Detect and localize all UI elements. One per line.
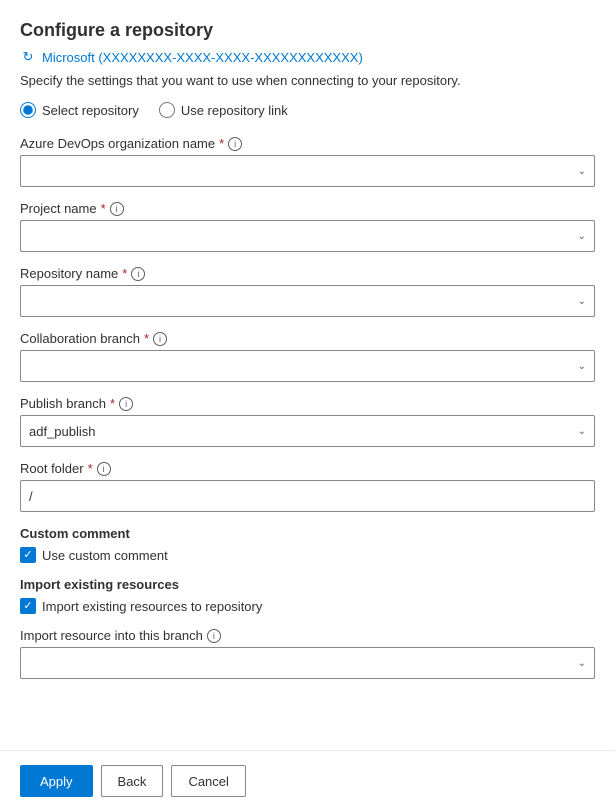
publish-value: adf_publish (29, 424, 574, 439)
publish-field-group: Publish branch * i adf_publish ⌄ (20, 396, 595, 447)
repository-label: Repository name * i (20, 266, 595, 281)
import-branch-label: Import resource into this branch i (20, 628, 595, 643)
back-button[interactable]: Back (101, 765, 164, 797)
root-label: Root folder * i (20, 461, 595, 476)
root-info-icon[interactable]: i (97, 462, 111, 476)
project-field-group: Project name * i ⌄ (20, 201, 595, 252)
radio-use-link[interactable]: Use repository link (159, 102, 288, 118)
required-star: * (219, 136, 224, 151)
radio-group: Select repository Use repository link (20, 102, 595, 118)
custom-comment-section-label: Custom comment (20, 526, 595, 541)
checkbox-check-icon: ✓ (23, 550, 32, 561)
import-resources-checkbox-label: Import existing resources to repository (42, 599, 262, 614)
import-resources-section-label: Import existing resources (20, 577, 595, 592)
repository-info-icon[interactable]: i (131, 267, 145, 281)
required-star: * (101, 201, 106, 216)
azure-devops-info-icon[interactable]: i (228, 137, 242, 151)
collaboration-field-group: Collaboration branch * i ⌄ (20, 331, 595, 382)
import-branch-field-group: Import resource into this branch i ⌄ (20, 628, 595, 679)
publish-info-icon[interactable]: i (119, 397, 133, 411)
page-container: Configure a repository ↻ Microsoft (XXXX… (0, 0, 615, 811)
repository-field-group: Repository name * i ⌄ (20, 266, 595, 317)
root-input[interactable] (20, 480, 595, 512)
project-chevron-icon: ⌄ (578, 231, 586, 242)
collaboration-info-icon[interactable]: i (153, 332, 167, 346)
custom-comment-checkbox-label: Use custom comment (42, 548, 168, 563)
collaboration-chevron-icon: ⌄ (578, 361, 586, 372)
import-branch-info-icon[interactable]: i (207, 629, 221, 643)
apply-button[interactable]: Apply (20, 765, 93, 797)
main-content: Configure a repository ↻ Microsoft (XXXX… (0, 0, 615, 750)
refresh-icon[interactable]: ↻ (20, 49, 36, 65)
publish-dropdown[interactable]: adf_publish ⌄ (20, 415, 595, 447)
project-dropdown[interactable]: ⌄ (20, 220, 595, 252)
project-info-icon[interactable]: i (110, 202, 124, 216)
radio-select-input[interactable] (20, 102, 36, 118)
account-row: ↻ Microsoft (XXXXXXXX-XXXX-XXXX-XXXXXXXX… (20, 49, 595, 65)
root-field-group: Root folder * i (20, 461, 595, 512)
custom-comment-checkbox[interactable]: ✓ (20, 547, 36, 563)
cancel-button[interactable]: Cancel (171, 765, 245, 797)
account-name: Microsoft (XXXXXXXX-XXXX-XXXX-XXXXXXXXXX… (42, 50, 363, 65)
page-title: Configure a repository (20, 20, 595, 41)
import-resources-group: Import existing resources ✓ Import exist… (20, 577, 595, 614)
azure-devops-dropdown[interactable]: ⌄ (20, 155, 595, 187)
azure-devops-chevron-icon: ⌄ (578, 166, 586, 177)
import-branch-chevron-icon: ⌄ (578, 658, 586, 669)
checkbox-check-icon2: ✓ (23, 601, 32, 612)
publish-chevron-icon: ⌄ (578, 426, 586, 437)
radio-link-label: Use repository link (181, 103, 288, 118)
radio-select-label: Select repository (42, 103, 139, 118)
collaboration-dropdown[interactable]: ⌄ (20, 350, 595, 382)
required-star: * (88, 461, 93, 476)
required-star: * (110, 396, 115, 411)
publish-label: Publish branch * i (20, 396, 595, 411)
radio-select-repository[interactable]: Select repository (20, 102, 139, 118)
azure-devops-label: Azure DevOps organization name * i (20, 136, 595, 151)
import-resources-checkbox-row: ✓ Import existing resources to repositor… (20, 598, 595, 614)
project-label: Project name * i (20, 201, 595, 216)
import-resources-checkbox[interactable]: ✓ (20, 598, 36, 614)
required-star: * (122, 266, 127, 281)
custom-comment-group: Custom comment ✓ Use custom comment (20, 526, 595, 563)
custom-comment-checkbox-row: ✓ Use custom comment (20, 547, 595, 563)
radio-link-input[interactable] (159, 102, 175, 118)
subtitle: Specify the settings that you want to us… (20, 73, 595, 88)
required-star: * (144, 331, 149, 346)
import-branch-dropdown[interactable]: ⌄ (20, 647, 595, 679)
repository-dropdown[interactable]: ⌄ (20, 285, 595, 317)
footer: Apply Back Cancel (0, 751, 615, 811)
azure-devops-field-group: Azure DevOps organization name * i ⌄ (20, 136, 595, 187)
collaboration-label: Collaboration branch * i (20, 331, 595, 346)
repository-chevron-icon: ⌄ (578, 296, 586, 307)
